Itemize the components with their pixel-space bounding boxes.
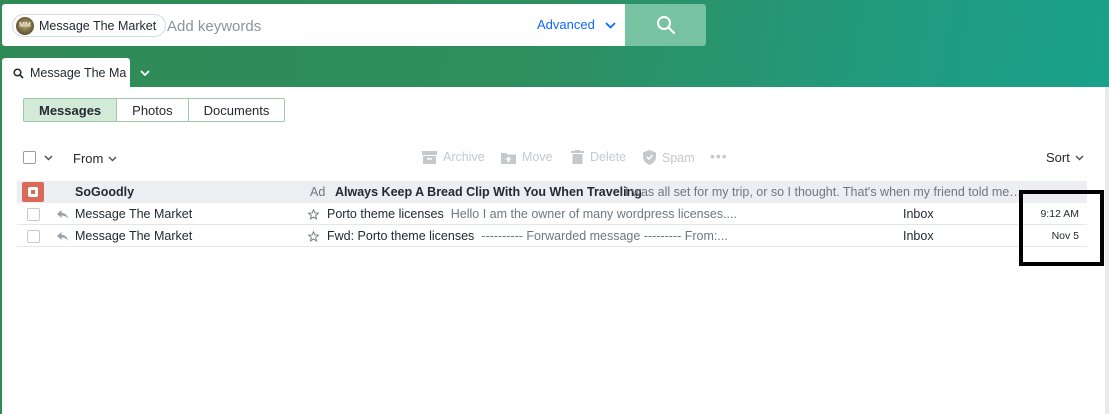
tab-search-results[interactable]: Message The Ma <box>2 58 130 88</box>
message-snippet: ---------- Forwarded message --------- F… <box>481 229 728 243</box>
message-sender: Message The Market <box>75 207 193 221</box>
select-all-checkbox[interactable] <box>23 151 36 164</box>
chevron-down-icon <box>605 21 616 29</box>
archive-icon <box>422 150 437 164</box>
replied-icon <box>57 225 68 247</box>
message-sender: Message The Market <box>75 229 193 243</box>
message-checkbox[interactable] <box>27 229 40 243</box>
scrollbar[interactable] <box>1105 87 1109 414</box>
search-input[interactable] <box>167 15 507 37</box>
message-folder: Inbox <box>903 207 934 221</box>
delete-label: Delete <box>590 150 627 164</box>
select-all-control[interactable] <box>23 151 53 164</box>
move-button[interactable]: Move <box>501 150 553 164</box>
ad-sender: SoGoodly <box>75 185 135 199</box>
move-label: Move <box>522 150 553 164</box>
archive-button[interactable]: Archive <box>422 150 485 164</box>
message-subject: Fwd: Porto theme licenses <box>327 229 475 243</box>
search-icon <box>656 16 675 35</box>
message-checkbox[interactable] <box>27 207 40 221</box>
star-icon[interactable] <box>308 203 319 225</box>
star-icon[interactable] <box>308 225 319 247</box>
advanced-search-button[interactable]: Advanced <box>537 17 616 32</box>
ad-subject: Always Keep A Bread Clip With You When T… <box>335 185 642 199</box>
delete-button[interactable]: Delete <box>571 150 626 164</box>
message-subject: Porto theme licenses <box>327 207 444 221</box>
ad-snippet: I was all set for my trip, or so I thoug… <box>625 185 1025 199</box>
mailbox-filter-pill[interactable]: MM Message The Market <box>12 14 167 37</box>
replied-icon <box>57 203 68 225</box>
message-snippet: Hello I am the owner of many wordpress l… <box>450 207 737 221</box>
chevron-down-icon <box>108 156 117 161</box>
spam-button[interactable]: Spam <box>643 150 695 165</box>
advanced-search-label: Advanced <box>537 17 595 32</box>
content-filter-tabs: Messages Photos Documents <box>23 98 286 122</box>
tab-documents[interactable]: Documents <box>188 99 285 121</box>
message-date: Nov 5 <box>1051 230 1079 242</box>
message-list-panel: Messages Photos Documents From Archive M… <box>2 87 1109 414</box>
tab-photos[interactable]: Photos <box>117 99 189 121</box>
mailbox-filter-label: Message The Market <box>39 18 157 33</box>
chevron-down-icon <box>140 70 150 76</box>
chevron-down-icon <box>1075 155 1084 160</box>
sort-button[interactable]: Sort <box>1046 150 1084 165</box>
message-list: SoGoodly Ad Always Keep A Bread Clip Wit… <box>17 181 1087 247</box>
message-date: 9:12 AM <box>1040 208 1079 220</box>
tab-menu-button[interactable] <box>136 64 154 82</box>
archive-label: Archive <box>443 150 485 164</box>
search-bar: MM Message The Market Advanced <box>2 4 625 46</box>
search-icon <box>13 67 24 79</box>
tab-messages[interactable]: Messages <box>24 99 118 121</box>
tab-label: Message The Ma <box>30 66 127 80</box>
ad-row[interactable]: SoGoodly Ad Always Keep A Bread Clip Wit… <box>17 181 1087 203</box>
mailbox-avatar: MM <box>16 16 34 35</box>
chevron-down-icon <box>44 155 53 160</box>
trash-icon <box>571 150 584 164</box>
shield-icon <box>643 150 656 165</box>
spam-label: Spam <box>662 150 695 165</box>
from-filter-button[interactable]: From <box>73 151 117 166</box>
search-button[interactable] <box>625 4 706 46</box>
message-folder: Inbox <box>903 229 934 243</box>
folder-move-icon <box>501 152 516 164</box>
sort-label: Sort <box>1046 150 1070 165</box>
message-row[interactable]: Message The Market Fwd: Porto theme lice… <box>17 225 1087 247</box>
message-row[interactable]: Message The Market Porto theme licenses … <box>17 203 1087 225</box>
more-actions-button[interactable]: ••• <box>710 148 728 164</box>
from-filter-label: From <box>73 151 104 166</box>
message-toolbar: From Archive Move Delete Spam ••• Sort <box>2 143 1102 173</box>
ad-badge: Ad <box>310 185 326 199</box>
ad-logo-icon <box>22 182 44 202</box>
